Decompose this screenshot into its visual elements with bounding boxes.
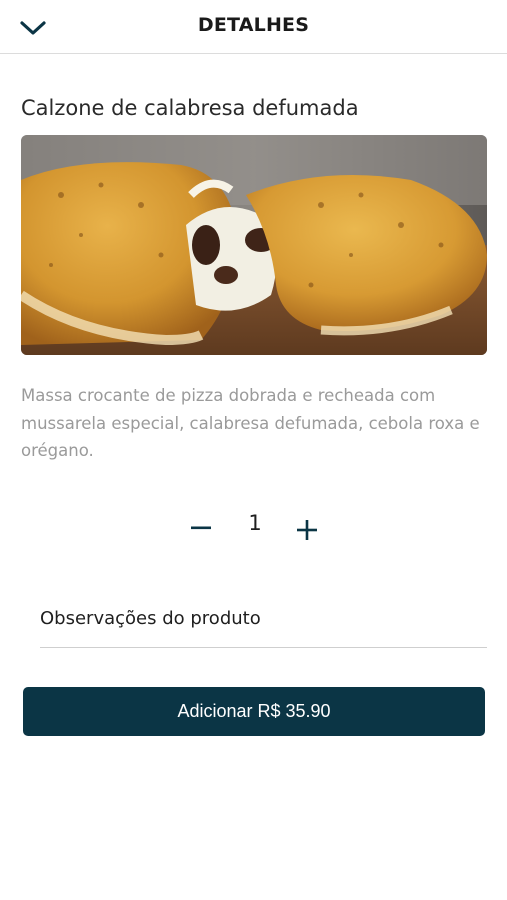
plus-icon: [297, 520, 317, 540]
add-to-cart-button[interactable]: Adicionar R$ 35.90: [23, 687, 485, 736]
product-description: Massa crocante de pizza dobrada e rechea…: [21, 386, 480, 460]
product-details-screen: DETALHES Calzone de calabresa defumada M…: [0, 0, 507, 900]
header-bar: DETALHES: [0, 0, 507, 54]
decrease-quantity-button[interactable]: [186, 513, 216, 543]
observations-input[interactable]: [40, 596, 487, 640]
page-title: DETALHES: [197, 14, 310, 36]
quantity-stepper: 1: [0, 505, 507, 555]
product-name: Calzone de calabresa defumada: [21, 96, 359, 120]
product-image: [21, 135, 487, 355]
minus-icon: [191, 526, 211, 530]
observations-field: [40, 596, 487, 648]
quantity-value: 1: [248, 511, 262, 535]
increase-quantity-button[interactable]: [292, 515, 322, 545]
